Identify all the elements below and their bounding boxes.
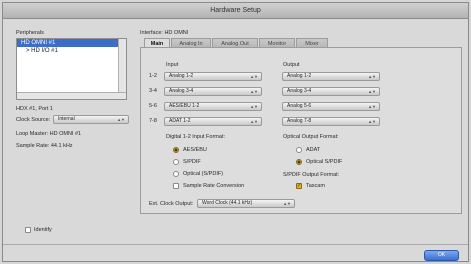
interface-label: Interface: HD OMNI — [140, 30, 189, 36]
sample-rate-text: Sample Rate: 44.1 kHz — [16, 143, 73, 149]
adat-label: ADAT — [306, 147, 321, 153]
output-select-value: Analog 1-2 — [287, 73, 312, 79]
clock-source-select[interactable]: Internal ▲▼ — [53, 115, 129, 124]
tascam-checkbox[interactable]: ✓ — [296, 183, 302, 189]
input-select-value: Analog 1-2 — [169, 73, 194, 79]
popup-arrows-icon: ▲▼ — [250, 89, 258, 94]
optical-spdif-output-radio[interactable] — [296, 159, 302, 165]
output-select-value: Analog 7-8 — [287, 118, 312, 124]
popup-arrows-icon: ▲▼ — [250, 104, 258, 109]
adat-radio[interactable] — [296, 147, 302, 153]
clock-source-value: Internal — [58, 116, 75, 122]
channel-label: 3-4 — [149, 88, 157, 94]
ext-clock-output-value: Word Clock (44.1 kHz) — [202, 200, 253, 206]
peripheral-item-hd-omni[interactable]: HD OMNI #1 — [17, 39, 126, 47]
peripherals-vertical-scrollbar[interactable] — [118, 39, 126, 99]
footer-divider — [3, 244, 468, 245]
popup-arrows-icon: ▲▼ — [368, 104, 376, 109]
ext-clock-output-label: Ext. Clock Output: — [149, 201, 194, 207]
output-select-1-2[interactable]: Analog 1-2 ▲▼ — [282, 72, 380, 81]
spdif-label: S/PDIF — [183, 159, 201, 165]
output-select-value: Analog 5-6 — [287, 103, 312, 109]
clock-source-label: Clock Source: — [16, 117, 51, 123]
input-select-value: Analog 3-4 — [169, 88, 194, 94]
popup-arrows-icon: ▲▼ — [368, 74, 376, 79]
input-select-7-8[interactable]: ADAT 1-2 ▲▼ — [164, 117, 262, 126]
input-select-5-6[interactable]: AES/EBU 1-2 ▲▼ — [164, 102, 262, 111]
output-select-3-4[interactable]: Analog 3-4 ▲▼ — [282, 87, 380, 96]
checkmark-icon: ✓ — [297, 183, 302, 189]
peripherals-horizontal-scrollbar[interactable] — [17, 92, 126, 99]
channel-label: 5-6 — [149, 103, 157, 109]
input-select-3-4[interactable]: Analog 3-4 ▲▼ — [164, 87, 262, 96]
ok-button[interactable]: OK — [424, 250, 459, 261]
loop-master-text: Loop Master: HD OMNI #1 — [16, 131, 82, 137]
ext-clock-output-select[interactable]: Word Clock (44.1 kHz) ▲▼ — [197, 199, 295, 208]
output-select-value: Analog 3-4 — [287, 88, 312, 94]
popup-arrows-icon: ▲▼ — [250, 119, 258, 124]
popup-arrows-icon: ▲▼ — [117, 117, 125, 122]
input-select-value: ADAT 1-2 — [169, 118, 191, 124]
channel-label: 1-2 — [149, 73, 157, 79]
aes-ebu-label: AES/EBU — [183, 147, 207, 153]
output-header: Output — [283, 62, 300, 68]
peripheral-item-hd-io[interactable]: > HD I/O #1 — [17, 47, 126, 55]
hardware-setup-window: Hardware Setup Peripherals HD OMNI #1 > … — [2, 2, 469, 262]
tascam-label: Tascam — [306, 183, 325, 189]
spdif-output-format-label: S/PDIF Output Format: — [283, 172, 340, 178]
output-select-5-6[interactable]: Analog 5-6 ▲▼ — [282, 102, 380, 111]
channel-label: 7-8 — [149, 118, 157, 124]
input-header: Input — [166, 62, 179, 68]
optical-spdif-label: Optical (S/PDIF) — [183, 171, 224, 177]
popup-arrows-icon: ▲▼ — [368, 119, 376, 124]
optical-spdif-output-label: Optical S/PDIF — [306, 159, 343, 165]
digital-input-format-label: Digital 1-2 Input Format: — [166, 134, 225, 140]
peripherals-label: Peripherals — [16, 30, 44, 36]
popup-arrows-icon: ▲▼ — [250, 74, 258, 79]
identify-checkbox[interactable] — [25, 227, 31, 233]
input-select-1-2[interactable]: Analog 1-2 ▲▼ — [164, 72, 262, 81]
popup-arrows-icon: ▲▼ — [283, 201, 291, 206]
input-select-value: AES/EBU 1-2 — [169, 103, 200, 109]
port-info: HDX #1, Port 1 — [16, 106, 53, 112]
identify-label: Identify — [34, 227, 52, 233]
sample-rate-conversion-label: Sample Rate Conversion — [183, 183, 245, 189]
popup-arrows-icon: ▲▼ — [368, 89, 376, 94]
optical-output-format-label: Optical Output Format: — [283, 134, 339, 140]
optical-spdif-radio[interactable] — [173, 171, 179, 177]
spdif-radio[interactable] — [173, 159, 179, 165]
peripherals-list[interactable]: HD OMNI #1 > HD I/O #1 — [16, 38, 127, 100]
aes-ebu-radio[interactable] — [173, 147, 179, 153]
sample-rate-conversion-checkbox[interactable] — [173, 183, 179, 189]
output-select-7-8[interactable]: Analog 7-8 ▲▼ — [282, 117, 380, 126]
window-title: Hardware Setup — [3, 3, 468, 19]
